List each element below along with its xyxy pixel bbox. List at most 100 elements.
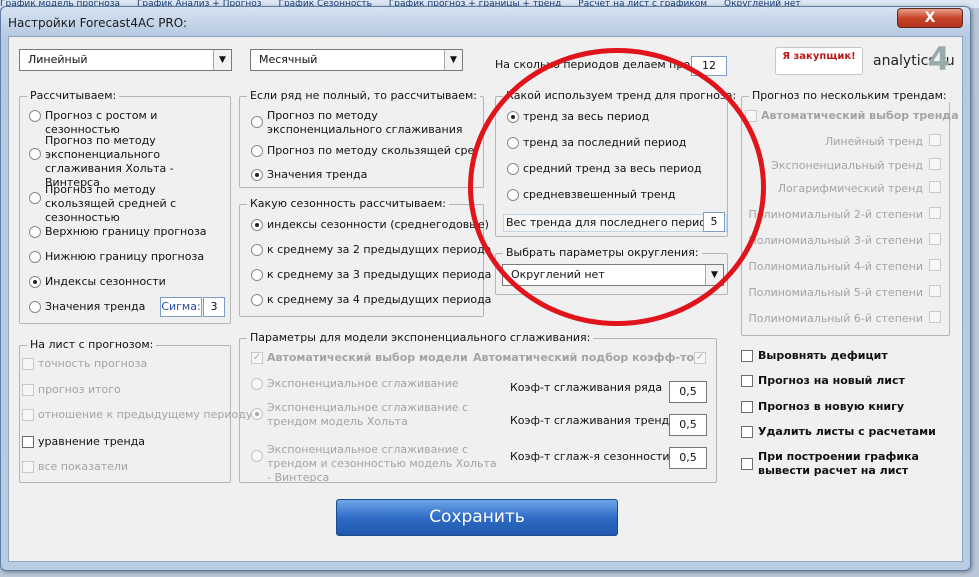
- smoothing-group-label: Параметры для модели экспоненциального с…: [247, 331, 594, 344]
- option-checkbox[interactable]: [741, 426, 753, 438]
- smoothing-auto-model-label[interactable]: Автоматический выбор модели: [267, 351, 468, 365]
- multi-trend-option[interactable]: Экспоненциальный тренд: [760, 159, 923, 173]
- trend-radio[interactable]: [507, 189, 519, 201]
- calc-radio[interactable]: [29, 226, 41, 238]
- multi-trend-checkbox[interactable]: [929, 158, 941, 170]
- season-radio[interactable]: [251, 244, 263, 256]
- option-checkbox[interactable]: [741, 458, 753, 470]
- calc-radio-selected[interactable]: [29, 276, 41, 288]
- multi-trend-checkbox[interactable]: [929, 259, 941, 271]
- option-label[interactable]: Прогноз в новую книгу: [758, 400, 904, 414]
- trend-radio[interactable]: [507, 163, 519, 175]
- multi-trend-option[interactable]: Логарифмический тренд: [760, 182, 923, 196]
- trend-weight-input[interactable]: 5: [703, 212, 725, 232]
- calc-option[interactable]: Прогноз по методу скользящей средней с с…: [45, 183, 225, 225]
- season-radio[interactable]: [251, 294, 263, 306]
- horizon-input[interactable]: 12: [691, 56, 727, 76]
- trend-option[interactable]: тренд за весь период: [523, 110, 649, 124]
- season-option[interactable]: к среднему за 3 предыдущих периода: [267, 268, 491, 282]
- sheet-checkbox[interactable]: [22, 436, 34, 448]
- calc-radio[interactable]: [29, 148, 41, 160]
- sheet-option[interactable]: уравнение тренда: [38, 435, 145, 449]
- calc-option[interactable]: Верхнюю границу прогноза: [45, 225, 207, 239]
- smoothing-auto-coef-label[interactable]: Автоматический подбор коэфф-тов: [473, 351, 701, 365]
- option-label[interactable]: Выровнять дефицит: [758, 349, 888, 363]
- chevron-down-icon[interactable]: ▼: [705, 265, 723, 285]
- calc-radio[interactable]: [29, 110, 41, 122]
- sheet-checkbox[interactable]: [22, 384, 34, 396]
- chevron-down-icon[interactable]: ▼: [213, 50, 231, 70]
- close-button[interactable]: X: [897, 8, 963, 28]
- multi-trend-option[interactable]: Полиномиальный 6-й степени: [746, 312, 923, 326]
- season-radio[interactable]: [251, 269, 263, 281]
- calc-radio[interactable]: [29, 251, 41, 263]
- option-label[interactable]: Удалить листы с расчетами: [758, 425, 936, 439]
- trend-radio-selected[interactable]: [507, 111, 519, 123]
- sheet-option[interactable]: все показатели: [38, 460, 128, 474]
- multi-trend-option[interactable]: Полиномиальный 4-й степени: [746, 260, 923, 274]
- smoothing-option[interactable]: Экспоненциальное сглаживание с трендом м…: [267, 401, 497, 429]
- calc-radio[interactable]: [29, 301, 41, 313]
- sheet-option[interactable]: отношение к предыдущему периоду: [38, 408, 252, 422]
- multi-trend-checkbox[interactable]: [929, 285, 941, 297]
- save-button[interactable]: Сохранить: [336, 499, 618, 536]
- multi-trend-checkbox[interactable]: [929, 207, 941, 219]
- sheet-checkbox[interactable]: [22, 358, 34, 370]
- sheet-checkbox[interactable]: [22, 461, 34, 473]
- incomplete-option[interactable]: Прогноз по методу экспоненциального сгла…: [267, 109, 477, 137]
- option-checkbox[interactable]: [741, 375, 753, 387]
- coef-input[interactable]: 0,5: [669, 381, 707, 403]
- multi-trend-option[interactable]: Полиномиальный 2-й степени: [746, 208, 923, 222]
- option-label[interactable]: При построении графика вывести расчет на…: [758, 450, 948, 478]
- multi-auto-checkbox[interactable]: [745, 110, 757, 122]
- incomplete-option[interactable]: Значения тренда: [267, 168, 367, 182]
- model-combo[interactable]: Линейный ▼: [19, 49, 232, 71]
- season-option[interactable]: индексы сезонности (среднегодовые): [267, 218, 489, 232]
- option-checkbox[interactable]: [741, 350, 753, 362]
- multi-trend-checkbox[interactable]: [929, 233, 941, 245]
- multi-trend-checkbox[interactable]: [929, 134, 941, 146]
- incomplete-radio[interactable]: [251, 116, 263, 128]
- multi-trend-checkbox[interactable]: [929, 181, 941, 193]
- sheet-checkbox[interactable]: [22, 409, 34, 421]
- smoothing-radio[interactable]: [251, 450, 263, 462]
- smoothing-auto-model-checkbox[interactable]: ✓: [251, 352, 263, 364]
- rounding-combo[interactable]: Округлений нет ▼: [502, 264, 724, 286]
- chevron-down-icon[interactable]: ▼: [444, 50, 462, 70]
- trend-option[interactable]: средний тренд за весь период: [523, 162, 702, 176]
- option-label[interactable]: Прогноз на новый лист: [758, 374, 905, 388]
- sigma-input[interactable]: 3: [203, 297, 225, 317]
- multi-trend-checkbox[interactable]: [929, 311, 941, 323]
- calc-option[interactable]: Значения тренда: [45, 300, 145, 314]
- period-combo[interactable]: Месячный ▼: [250, 49, 463, 71]
- smoothing-option[interactable]: Экспоненциальное сглаживание: [267, 377, 459, 391]
- coef-input[interactable]: 0,5: [669, 447, 707, 469]
- incomplete-option[interactable]: Прогноз по методу скользящей средней: [267, 144, 477, 158]
- incomplete-radio[interactable]: [251, 145, 263, 157]
- calc-option[interactable]: Индексы сезонности: [45, 275, 166, 289]
- season-option[interactable]: к среднему за 2 предыдущих периода: [267, 243, 491, 257]
- calc-option[interactable]: Нижнюю границу прогноза: [45, 250, 204, 264]
- coef-input[interactable]: 0,5: [669, 414, 707, 436]
- multi-trend-option[interactable]: Полиномиальный 3-й степени: [746, 234, 923, 248]
- sheet-option[interactable]: точность прогноза: [38, 357, 147, 371]
- option-checkbox[interactable]: [741, 401, 753, 413]
- smoothing-auto-coef-checkbox[interactable]: ✓: [694, 352, 706, 364]
- trend-radio[interactable]: [507, 137, 519, 149]
- calc-option[interactable]: Прогноз по методу экспоненциального сгла…: [45, 134, 225, 190]
- multi-trend-option[interactable]: Линейный тренд: [760, 135, 923, 149]
- calc-radio[interactable]: [29, 192, 41, 204]
- calc-option[interactable]: Прогноз с ростом и сезонностью: [45, 109, 225, 137]
- smoothing-radio[interactable]: [251, 378, 263, 390]
- dialog-title: Настройки Forecast4AC PRO:: [8, 16, 188, 30]
- sheet-option[interactable]: прогноз итого: [38, 383, 121, 397]
- smoothing-option[interactable]: Экспоненциальное сглаживание с трендом и…: [267, 443, 497, 485]
- incomplete-radio-selected[interactable]: [251, 169, 263, 181]
- trend-option[interactable]: тренд за последний период: [523, 136, 686, 150]
- trend-option[interactable]: средневзвешенный тренд: [523, 188, 675, 202]
- multi-trend-option[interactable]: Полиномиальный 5-й степени: [746, 286, 923, 300]
- multi-auto-label[interactable]: Автоматический выбор тренда: [761, 109, 959, 123]
- season-radio-selected[interactable]: [251, 219, 263, 231]
- smoothing-radio-selected[interactable]: [251, 408, 263, 420]
- season-option[interactable]: к среднему за 4 предыдущих периода: [267, 293, 491, 307]
